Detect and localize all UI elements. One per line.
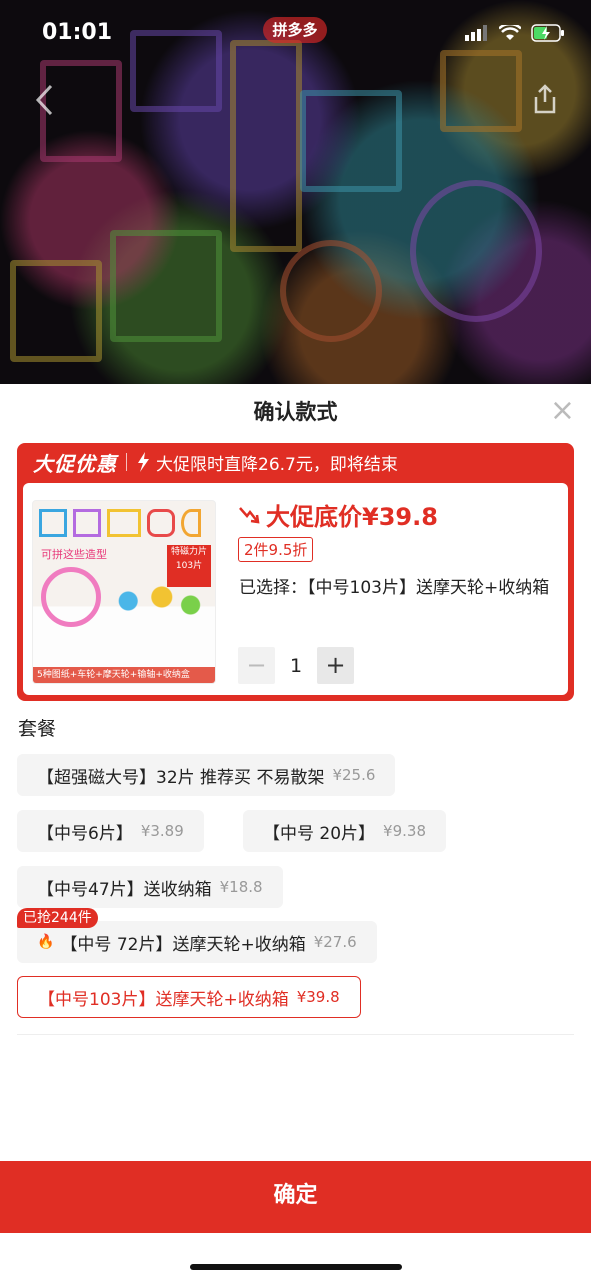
discount-badge: 2件9.5折 <box>238 537 314 562</box>
divider <box>17 1034 574 1035</box>
option-47pcs[interactable]: 【中号47片】送收纳箱 ¥18.8 <box>17 866 283 908</box>
option-price: ¥18.8 <box>219 878 263 896</box>
sheet-title: 确认款式 <box>253 400 338 424</box>
home-indicator <box>190 1264 402 1270</box>
ferris-wheel-icon <box>41 567 101 627</box>
thumbnail-strip: 5种图纸+车轮+摩天轮+输轴+收纳盒 <box>33 667 215 683</box>
promo-tag: 大促优惠 <box>33 451 117 476</box>
option-6pcs[interactable]: 【中号6片】 ¥3.89 <box>17 810 204 852</box>
fire-icon: 🔥 <box>37 934 55 950</box>
signal-icon <box>465 25 487 41</box>
close-icon[interactable]: × <box>550 396 575 426</box>
promo-price: 大促底价¥39.8 <box>266 503 438 531</box>
product-card: 可拼这些造型 特磁力片 103片 5种图纸+车轮+摩天轮+输轴+收纳盒 大促底价… <box>23 483 568 695</box>
status-time: 01:01 <box>42 20 113 45</box>
toy-shapes-icon <box>109 581 205 621</box>
promo-card: 大促优惠 大促限时直降26.7元，即将结束 可拼这些造型 特磁力片 103片 5… <box>17 443 574 701</box>
option-name: 【中号103片】送摩天轮+收纳箱 <box>38 989 289 1010</box>
option-price: ¥3.89 <box>140 822 184 840</box>
back-button[interactable] <box>34 84 54 124</box>
quantity-stepper: − 1 + <box>238 647 354 684</box>
share-button[interactable] <box>533 84 557 122</box>
selected-option-text: 已选择：【中号103片】送摩天轮+收纳箱 <box>239 578 550 598</box>
sold-count-badge: 已抢244件 <box>17 908 98 928</box>
option-name: 【中号47片】送收纳箱 <box>37 879 212 900</box>
thumbnail-caption: 可拼这些造型 <box>41 548 107 561</box>
wifi-icon <box>499 25 521 40</box>
quantity-value[interactable]: 1 <box>275 655 317 677</box>
option-name: 【中号6片】 <box>37 823 133 844</box>
share-icon <box>534 84 556 114</box>
option-price: ¥27.6 <box>313 933 357 951</box>
lightning-icon <box>138 452 149 472</box>
option-name: 【中号 72片】送摩天轮+收纳箱 <box>60 934 306 955</box>
style-picker-sheet: 确认款式 × 大促优惠 大促限时直降26.7元，即将结束 可拼这些造型 特磁力片… <box>0 384 591 1280</box>
option-32pcs[interactable]: 【超强磁大号】32片 推荐买 不易散架 ¥25.6 <box>17 754 396 796</box>
option-price: ¥39.8 <box>296 988 340 1006</box>
option-name: 【中号 20片】 <box>263 823 376 844</box>
trend-down-icon <box>239 506 260 523</box>
option-price: ¥25.6 <box>332 766 376 784</box>
promo-text: 大促限时直降26.7元，即将结束 <box>156 454 398 475</box>
promo-separator <box>126 453 127 471</box>
package-section-title: 套餐 <box>18 718 57 740</box>
option-20pcs[interactable]: 【中号 20片】 ¥9.38 <box>243 810 446 852</box>
increase-button[interactable]: + <box>317 647 354 684</box>
option-name: 【超强磁大号】32片 推荐买 不易散架 <box>37 767 325 788</box>
option-price: ¥9.38 <box>383 822 426 840</box>
product-thumbnail[interactable]: 可拼这些造型 特磁力片 103片 5种图纸+车轮+摩天轮+输轴+收纳盒 <box>32 500 216 684</box>
confirm-button[interactable]: 确定 <box>0 1161 591 1233</box>
decrease-button[interactable]: − <box>238 647 275 684</box>
product-background-image <box>0 0 591 384</box>
chevron-left-icon <box>35 84 53 116</box>
app-logo-badge: 拼多多 <box>263 17 327 43</box>
option-103pcs-selected[interactable]: 【中号103片】送摩天轮+收纳箱 ¥39.8 <box>17 976 361 1018</box>
battery-icon <box>531 24 564 42</box>
